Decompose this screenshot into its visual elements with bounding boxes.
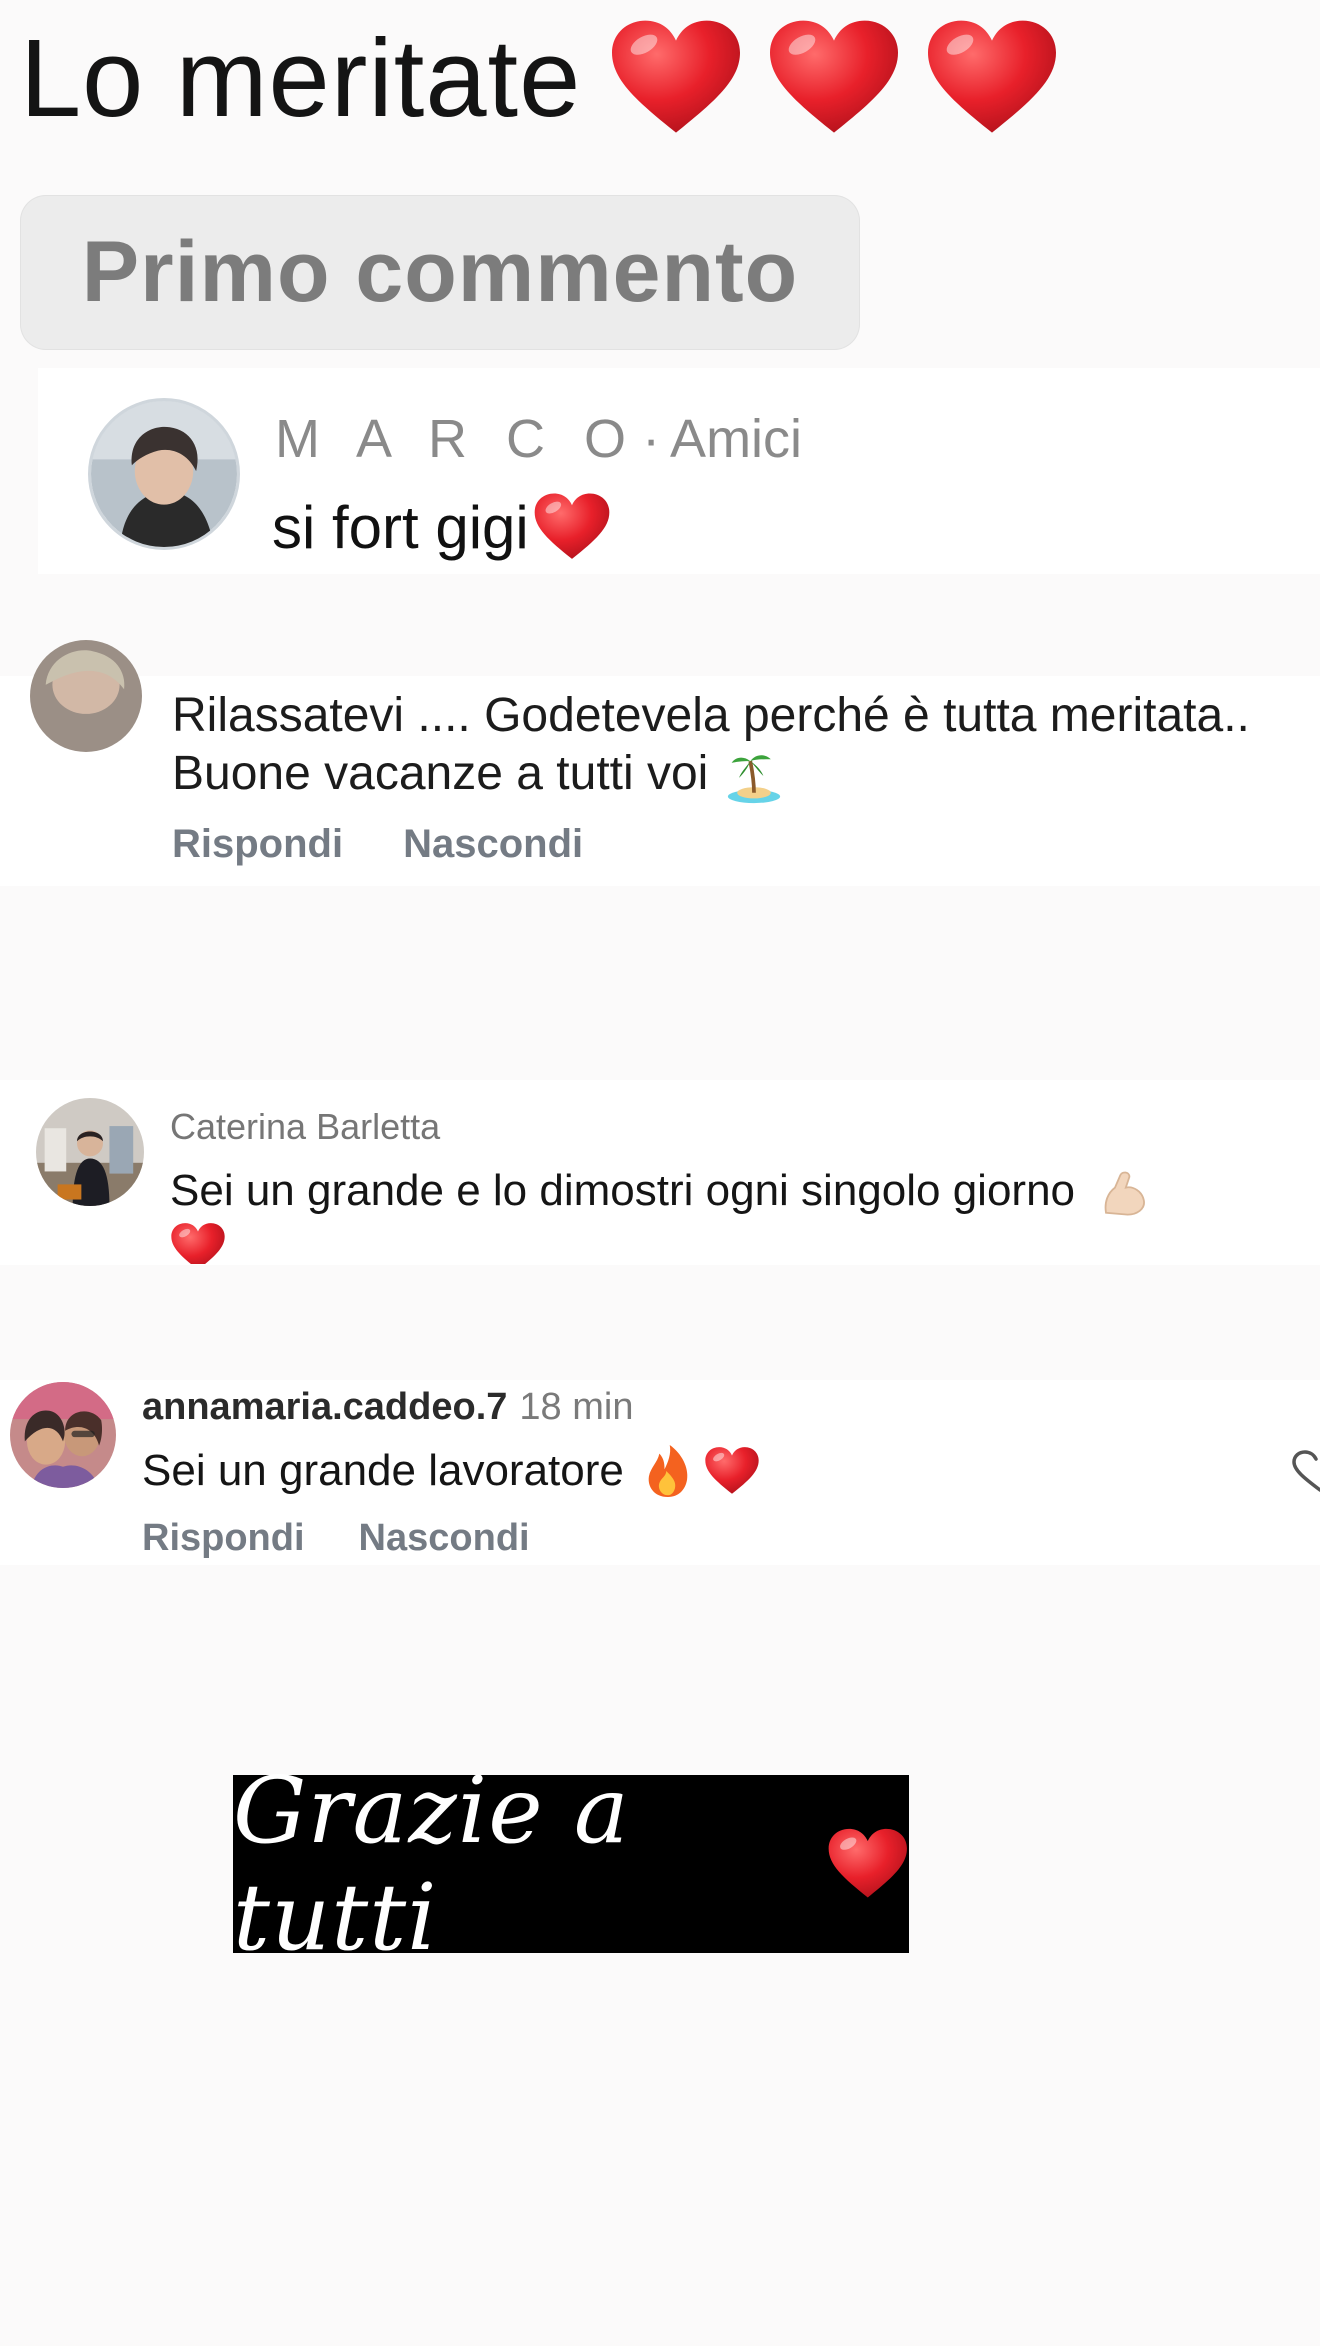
comment-author-row: annamaria.caddeo.7 18 min (142, 1386, 633, 1429)
reply-button[interactable]: Rispondi (172, 822, 343, 867)
heart-icon (925, 18, 1059, 138)
heart-icon (704, 1446, 760, 1496)
heart-icon (533, 492, 611, 562)
comment-author-row: M A R C O · Amici (275, 408, 802, 470)
comment-author[interactable]: Caterina Barletta (170, 1106, 440, 1148)
headline-text: Lo meritate (20, 16, 582, 140)
comment-author[interactable]: M A R C O (275, 408, 638, 470)
comment-line: Buone vacanze a tutti voi (172, 746, 782, 805)
thanks-text: Grazie a tutti (233, 1757, 630, 1971)
heart-icon (609, 18, 743, 138)
separator-dot: · (642, 409, 661, 469)
like-heart-icon[interactable] (1290, 1450, 1320, 1494)
avatar[interactable] (30, 640, 142, 752)
first-comment-label: Primo commento (81, 224, 799, 320)
hide-button[interactable]: Nascondi (359, 1517, 530, 1560)
heart-icon (767, 18, 901, 138)
relation-label: Amici (670, 409, 803, 469)
comment-body: Sei un grande lavoratore (142, 1446, 624, 1495)
flexed-biceps-icon (1097, 1166, 1151, 1220)
comment-actions: Rispondi Nascondi (172, 822, 643, 867)
reply-button[interactable]: Rispondi (142, 1517, 305, 1560)
comment-body: si fort gigi (272, 493, 529, 561)
heart-icon (827, 1823, 909, 1905)
comment-time: 18 min (519, 1386, 634, 1428)
hide-button[interactable]: Nascondi (403, 822, 583, 867)
comment-author[interactable]: annamaria.caddeo.7 (142, 1386, 507, 1429)
fire-icon (642, 1443, 694, 1499)
comment-line: Sei un grande e lo dimostri ogni singolo… (170, 1166, 1151, 1220)
comment-text: si fort gigi (272, 492, 611, 562)
comment-line-text: Buone vacanze a tutti voi (172, 747, 709, 800)
first-comment-chip: Primo commento (20, 195, 860, 350)
avatar[interactable] (88, 398, 240, 550)
story-headline: Lo meritate (20, 8, 1059, 148)
avatar[interactable] (10, 1382, 116, 1488)
comment-actions: Rispondi Nascondi (142, 1517, 584, 1560)
comment-line-text: Sei un grande e lo dimostri ogni singolo… (170, 1166, 1076, 1215)
heart-icon (170, 1222, 230, 1264)
comment-line: Rilassatevi .... Godetevela perché è tut… (172, 689, 1250, 742)
desert-island-icon (726, 747, 782, 805)
comment-text: Sei un grande lavoratore (142, 1443, 760, 1499)
thanks-banner: Grazie a tutti (233, 1757, 909, 1971)
avatar[interactable] (36, 1098, 144, 1206)
